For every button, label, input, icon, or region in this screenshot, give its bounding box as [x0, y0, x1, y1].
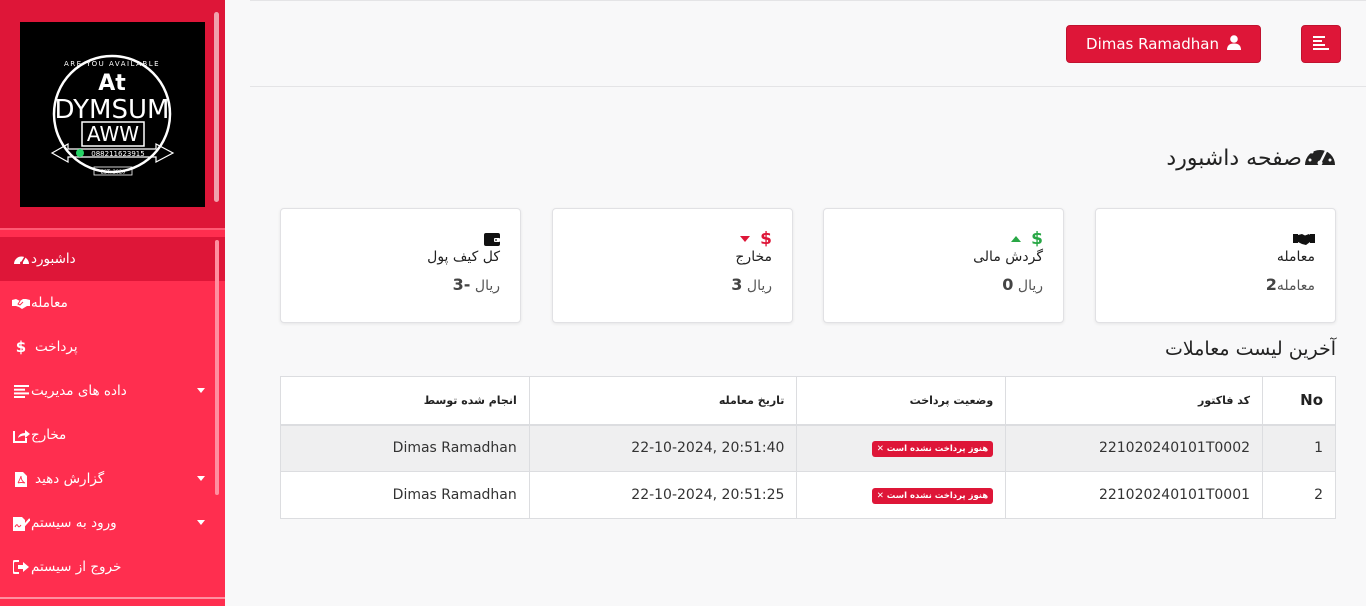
card-value: ریال 3: [731, 275, 772, 294]
sidebar-item-report[interactable]: گزارش دهید: [0, 457, 225, 501]
sidebar-header-scrollbar[interactable]: [214, 12, 219, 202]
share-out-icon: [12, 427, 30, 443]
card-label: گردش مالی: [973, 249, 1043, 265]
svg-text:AWW: AWW: [87, 122, 139, 146]
col-header-status[interactable]: وضعیت پرداخت: [796, 376, 1007, 426]
sidebar-item-management-data[interactable]: داده های مدیریت: [0, 369, 225, 413]
close-icon: ✕: [876, 444, 884, 455]
dashboard-gauge-icon: [1304, 143, 1336, 173]
card-value-number: -3: [452, 275, 471, 294]
svg-text:088211623915: 088211623915: [91, 150, 144, 158]
sidebar-nav-scrollbar[interactable]: [215, 240, 219, 495]
page-title-text: صفحه داشبورد: [1166, 145, 1302, 171]
card-label: مخارج: [735, 249, 772, 265]
stat-card-transactions: معامله 2معامله: [1095, 208, 1336, 323]
signature-icon: [12, 515, 30, 531]
sidebar-divider: [0, 228, 225, 230]
close-icon: ✕: [876, 491, 884, 501]
page-title: صفحه داشبورد: [1100, 140, 1336, 176]
card-value-number: 2: [1265, 275, 1277, 294]
cell-status: ✕ هنوز پرداخت نشده است: [796, 424, 1007, 472]
recent-transactions-title: آخرین لیست معاملات: [1165, 338, 1336, 360]
sidebar-bottom-divider: [0, 597, 225, 599]
card-value-number: 3: [731, 275, 743, 294]
card-value-number: 0: [1002, 275, 1014, 294]
col-header-by[interactable]: انجام شده توسط: [280, 376, 530, 426]
menu-icon: [1313, 35, 1329, 54]
card-value: 2معامله: [1266, 275, 1315, 294]
sidebar-item-logout[interactable]: خروج از سیستم: [0, 545, 225, 589]
sidebar-item-expenses[interactable]: مخارج: [0, 413, 225, 457]
chevron-down-icon[interactable]: [197, 388, 205, 393]
status-badge: ✕ هنوز پرداخت نشده است: [871, 441, 994, 458]
dollar-icon: $: [15, 338, 27, 356]
cell-no: 2: [1262, 471, 1336, 519]
svg-text:At: At: [98, 71, 126, 96]
sidebar-item-label: مخارج: [31, 427, 67, 443]
handshake-icon: [1293, 231, 1315, 247]
sidebar-item-dashboard[interactable]: داشبورد: [0, 237, 225, 281]
handshake-icon: [12, 295, 30, 311]
chevron-down-icon[interactable]: [197, 476, 205, 481]
sidebar-item-payment[interactable]: $ پرداخت: [0, 325, 225, 369]
gauge-icon: [12, 251, 30, 267]
stat-card-wallet: کل کیف پول ریال -3: [280, 208, 521, 323]
transactions-table: انجام شده توسط تاریخ معامله وضعیت پرداخت…: [280, 376, 1336, 519]
sidebar-item-label: معامله: [31, 295, 68, 311]
col-header-no[interactable]: No: [1262, 376, 1336, 426]
cell-status: ✕ هنوز پرداخت نشده است: [796, 471, 1007, 519]
table-row[interactable]: Dimas Ramadhan 22-10-2024, 20:51:40 ✕ هن…: [280, 424, 1336, 472]
cell-date: 22-10-2024, 20:51:40: [528, 424, 798, 472]
cell-by: Dimas Ramadhan: [280, 424, 530, 472]
card-value-suffix: معامله: [1276, 278, 1315, 294]
pdf-icon: [12, 471, 30, 487]
logout-icon: [12, 559, 30, 575]
sidebar-item-login[interactable]: ورود به سیستم: [0, 501, 225, 545]
card-value: ریال -3: [453, 275, 500, 294]
svg-text:EST. 2020: EST. 2020: [101, 170, 126, 176]
sidebar-item-label: ورود به سیستم: [31, 515, 117, 531]
col-header-date[interactable]: تاریخ معامله: [528, 376, 798, 426]
cell-by: Dimas Ramadhan: [280, 471, 530, 519]
sidebar-item-label: داده های مدیریت: [31, 383, 127, 399]
card-value-prefix: ریال: [746, 278, 772, 294]
cell-code: 221020240101T0001: [1005, 471, 1264, 519]
svg-text:ARE YOU AVAILABLE: ARE YOU AVAILABLE: [64, 60, 160, 68]
chevron-down-icon[interactable]: [197, 520, 205, 525]
sidebar-item-label: پرداخت: [35, 339, 78, 355]
status-badge-label: هنوز پرداخت نشده است: [886, 444, 989, 455]
dollar-down-icon: $: [740, 229, 772, 249]
sidebar-item-label: داشبورد: [31, 251, 76, 267]
user-icon: [1226, 34, 1241, 54]
user-name-label: Dimas Ramadhan: [1086, 35, 1219, 53]
sidebar-item-label: خروج از سیستم: [31, 559, 122, 575]
brand-logo[interactable]: ARE YOU AVAILABLE At DYMSUM AWW 08821162…: [20, 22, 205, 207]
user-menu-button[interactable]: Dimas Ramadhan: [1066, 25, 1261, 63]
sidebar-header: ARE YOU AVAILABLE At DYMSUM AWW 08821162…: [0, 0, 225, 228]
sidebar-item-label: گزارش دهید: [35, 471, 105, 487]
svg-text:DYMSUM: DYMSUM: [55, 95, 170, 125]
wallet-icon: [484, 231, 500, 247]
stat-card-expenses: $ مخارج ریال 3: [552, 208, 793, 323]
card-label: معامله: [1276, 249, 1315, 265]
card-value-prefix: ریال: [474, 278, 500, 294]
card-label: کل کیف پول: [427, 249, 500, 265]
status-badge: ✕ هنوز پرداخت نشده است: [871, 488, 994, 504]
dollar-up-icon: $: [1011, 229, 1043, 249]
list-icon: [12, 383, 30, 399]
sidebar-nav: داشبورد معامله $ پرداخت داده های مدیریت …: [0, 237, 225, 589]
table-row[interactable]: Dimas Ramadhan 22-10-2024, 20:51:25 ✕ هن…: [280, 471, 1336, 519]
table-header-row: انجام شده توسط تاریخ معامله وضعیت پرداخت…: [280, 376, 1336, 426]
col-header-code[interactable]: کد فاکتور: [1005, 376, 1264, 426]
sidebar-item-transaction[interactable]: معامله: [0, 281, 225, 325]
cell-code: 221020240101T0002: [1005, 424, 1264, 472]
stat-card-turnover: $ گردش مالی ریال 0: [823, 208, 1064, 323]
sidebar-toggle-button[interactable]: [1301, 25, 1341, 63]
cell-no: 1: [1262, 424, 1336, 472]
card-value: ریال 0: [1002, 275, 1043, 294]
status-badge-label: هنوز پرداخت نشده است: [886, 491, 989, 501]
sidebar: ARE YOU AVAILABLE At DYMSUM AWW 08821162…: [0, 0, 225, 606]
cell-date: 22-10-2024, 20:51:25: [528, 471, 798, 519]
card-value-prefix: ریال: [1017, 278, 1043, 294]
